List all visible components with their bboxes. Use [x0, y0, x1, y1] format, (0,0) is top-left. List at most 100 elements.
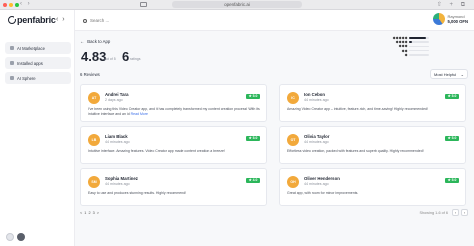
- star-icon: [404, 53, 408, 57]
- pagination[interactable]: < 1 2 3 >: [80, 211, 100, 215]
- reviewer-avatar: OH: [287, 176, 299, 188]
- rating-distribution-bar: [409, 49, 429, 52]
- read-more-link[interactable]: Read More: [131, 112, 148, 116]
- top-bar: Raymond 5,000 OFN: [75, 10, 474, 31]
- rating-distribution: [369, 36, 429, 57]
- star-icon: [404, 49, 408, 53]
- rating-badge: ★ 5.0: [445, 94, 459, 99]
- search-bar[interactable]: [80, 15, 300, 26]
- maximize-window-button[interactable]: [15, 3, 19, 7]
- rating-distribution-bar: [409, 37, 429, 39]
- review-text: Easy to use and produces stunning result…: [88, 191, 187, 195]
- star-icon: [404, 44, 408, 49]
- browser-toolbar: ‹ › openfabric.ai ⇧ + ⧉: [0, 0, 474, 10]
- search-input[interactable]: [90, 18, 240, 23]
- store-icon: [10, 46, 14, 50]
- rating-distribution-fill: [409, 41, 413, 44]
- review-card: OH Oliver Henderson 44 minutes ago ★ 5.0…: [279, 168, 466, 206]
- reviewer-name: Andrei Tara: [105, 92, 129, 97]
- logo-mark-icon: [8, 16, 17, 24]
- reviewer-name: Olivia Taylor: [304, 134, 330, 139]
- arrow-left-icon: ←: [80, 39, 85, 44]
- sidebar-item-ai-marketplace[interactable]: AI Marketplace: [5, 42, 71, 54]
- review-text: Intuitive interface. Amazing features. V…: [88, 149, 225, 153]
- reviewer-avatar: AT: [88, 92, 100, 104]
- rating-distribution-row: [369, 53, 429, 57]
- minimize-window-button[interactable]: [9, 3, 13, 7]
- sort-label: Most Helpful: [434, 71, 457, 77]
- collapse-sidebar-icon[interactable]: ‹ ›: [56, 16, 66, 23]
- settings-icon[interactable]: [6, 233, 14, 241]
- review-time: 44 minutes ago: [304, 140, 329, 144]
- rating-distribution-bar: [409, 41, 429, 44]
- user-balance: 5,000 OFN: [447, 19, 468, 24]
- window-controls: [3, 3, 19, 7]
- review-text: I've been using this Video Creator app, …: [88, 107, 263, 116]
- pagination-arrows: ‹ ›: [452, 209, 468, 216]
- star-icon: [404, 36, 408, 40]
- reviewer-avatar: OT: [287, 134, 299, 146]
- browser-actions-icons[interactable]: ⇧ + ⧉: [437, 1, 468, 9]
- prev-page-button[interactable]: ‹: [452, 209, 459, 216]
- apps-icon: [10, 61, 14, 65]
- review-time: 44 minutes ago: [304, 182, 329, 186]
- rating-badge: ★ 5.0: [246, 94, 260, 99]
- browser-sidebar-icon[interactable]: [140, 2, 147, 7]
- review-card: IC Ion Cebon 44 minutes ago ★ 5.0 Amazin…: [279, 84, 466, 122]
- logo-text: penfabric: [17, 15, 56, 25]
- reviewer-avatar: IC: [287, 92, 299, 104]
- review-time: 44 minutes ago: [105, 140, 130, 144]
- star-icons: [401, 49, 408, 53]
- rating-badge: ★ 5.0: [246, 136, 260, 141]
- star-icons: [395, 40, 408, 44]
- review-time: 44 minutes ago: [105, 182, 130, 186]
- review-text: Amazing Video Creator app – intuitive, f…: [287, 107, 428, 111]
- review-text: Great app, with room for minor improveme…: [287, 191, 359, 195]
- openfabric-logo[interactable]: penfabric: [8, 15, 56, 25]
- reviewer-avatar: SM: [88, 176, 100, 188]
- search-icon: [83, 18, 87, 23]
- review-time: 2 days ago: [105, 98, 123, 102]
- user-menu[interactable]: Raymond 5,000 OFN: [432, 13, 468, 25]
- theme-toggle-icon[interactable]: [17, 233, 25, 241]
- reviewer-avatar: LB: [88, 134, 100, 146]
- close-window-button[interactable]: [3, 3, 7, 7]
- back-label: Back to App: [87, 39, 111, 44]
- reviewer-name: Sophia Martinez: [105, 176, 138, 181]
- sidebar-item-label: AI Sphere: [17, 75, 36, 81]
- sidebar: penfabric ‹ › AI Marketplace Installed a…: [0, 10, 75, 246]
- review-card: SM Sophia Martinez 44 minutes ago ★ 4.0 …: [80, 168, 267, 206]
- rating-out-of: out of 5: [104, 57, 116, 61]
- review-card: AT Andrei Tara 2 days ago ★ 5.0 I've bee…: [80, 84, 267, 122]
- next-page-button[interactable]: ›: [461, 209, 468, 216]
- address-bar[interactable]: openfabric.ai: [172, 1, 302, 8]
- star-icon: [404, 40, 408, 44]
- sort-dropdown[interactable]: Most Helpful ⌄: [430, 69, 468, 79]
- sidebar-footer: [6, 233, 25, 241]
- review-card: LB Liam Black 44 minutes ago ★ 5.0 Intui…: [80, 126, 267, 164]
- sidebar-item-label: AI Marketplace: [17, 45, 45, 51]
- reviews-count-title: 6 Reviews: [80, 72, 100, 77]
- main-content: ← Back to App 4.83 out of 5 6 ratings 6 …: [75, 31, 474, 246]
- sidebar-item-installed-apps[interactable]: Installed apps: [5, 57, 71, 69]
- review-card: OT Olivia Taylor 44 minutes ago ★ 5.0 Ef…: [279, 126, 466, 164]
- rating-badge: ★ 4.0: [246, 178, 260, 183]
- review-text: Effortless video creation, packed with f…: [287, 149, 424, 153]
- rating-distribution-fill: [409, 37, 426, 39]
- sidebar-item-ai-sphere[interactable]: AI Sphere: [5, 72, 71, 84]
- rating-distribution-bar: [409, 45, 429, 48]
- reviewer-name: Liam Black: [105, 134, 128, 139]
- rating-distribution-bar: [409, 54, 429, 56]
- user-info: Raymond 5,000 OFN: [448, 14, 468, 24]
- browser-back-forward-icons[interactable]: ‹ ›: [20, 1, 32, 7]
- sphere-icon: [10, 76, 14, 80]
- star-icons: [404, 53, 408, 57]
- back-to-app-link[interactable]: ← Back to App: [80, 39, 110, 44]
- sidebar-item-label: Installed apps: [17, 60, 43, 66]
- pagination-summary: Showing 1-6 of 6: [419, 211, 449, 215]
- star-icons: [398, 44, 408, 49]
- ratings-label: ratings: [130, 57, 141, 61]
- reviewer-name: Oliver Henderson: [304, 176, 340, 181]
- reviewer-name: Ion Cebon: [304, 92, 326, 97]
- avatar[interactable]: [432, 13, 445, 25]
